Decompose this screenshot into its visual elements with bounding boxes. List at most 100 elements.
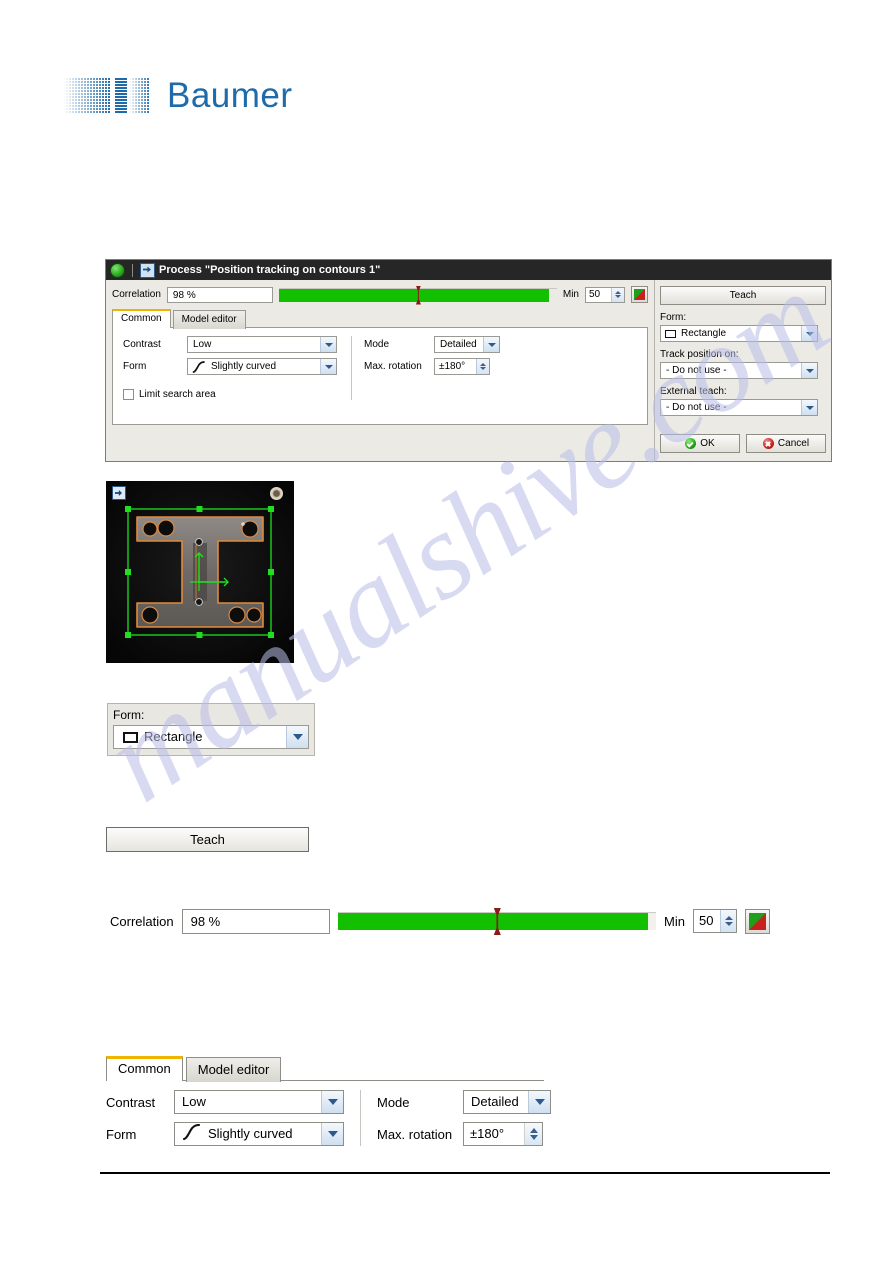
stepper-down-icon[interactable] [724, 922, 733, 926]
callout-mode-row: Mode Detailed [377, 1090, 551, 1114]
correlation-value-field[interactable]: 98 % [166, 286, 273, 303]
callout-fields-left: Contrast Low Form Slightly curved [106, 1090, 344, 1146]
correlation-min-stepper[interactable]: 50 [585, 286, 625, 303]
stepper-buttons[interactable] [476, 359, 489, 374]
chevron-down-icon[interactable] [321, 1091, 343, 1113]
limit-search-area-label: Limit search area [139, 389, 216, 400]
stepper-down-icon[interactable] [529, 1135, 538, 1140]
right-form-select[interactable]: Rectangle [660, 325, 818, 342]
dialog-left-pane: Correlation 98 % Min 50 Common Model edi… [106, 280, 654, 461]
contrast-value: Low [193, 339, 212, 350]
round-knob-icon [270, 487, 283, 500]
callout-form-value: Slightly curved [208, 1126, 293, 1141]
chevron-down-icon[interactable] [286, 726, 308, 748]
correlation-bar[interactable] [278, 285, 557, 305]
callout-contrast-label: Contrast [106, 1094, 156, 1110]
teach-button-callout[interactable]: Teach [106, 827, 309, 852]
dialog-right-pane: Teach Form: Rectangle Track position on:… [654, 280, 831, 461]
chevron-down-icon[interactable] [320, 359, 336, 374]
form-callout-value: Rectangle [144, 729, 203, 744]
chevron-down-icon[interactable] [801, 400, 817, 415]
chevron-down-icon[interactable] [801, 326, 817, 341]
common-fields-right: Mode Detailed Max. rotation ±180° [351, 336, 500, 400]
max-rotation-stepper[interactable]: ±180° [434, 358, 490, 375]
green-red-diagonal-flag-icon[interactable] [745, 908, 770, 934]
cancel-button[interactable]: Cancel [746, 434, 826, 453]
callout-contrast-select[interactable]: Low [174, 1090, 344, 1114]
footer-divider [100, 1172, 830, 1174]
form-callout-select[interactable]: Rectangle [113, 725, 309, 749]
baumer-logo: Baumer [63, 78, 293, 114]
callout-contrast-value: Low [182, 1094, 206, 1109]
form-select[interactable]: Slightly curved [187, 358, 337, 375]
tab-panel-common: Contrast Low Form Slightly curved Limit … [112, 327, 648, 425]
stepper-buttons[interactable] [720, 910, 736, 932]
stepper-up-icon[interactable] [480, 363, 486, 366]
callout-max-rotation-row: Max. rotation ±180° [377, 1122, 551, 1146]
form-value: Slightly curved [211, 361, 277, 372]
correlation-min-value[interactable]: 50 [586, 288, 611, 302]
ok-button[interactable]: OK [660, 434, 740, 453]
process-node-icon [112, 486, 126, 500]
check-circle-icon [685, 438, 697, 449]
mode-select[interactable]: Detailed [434, 336, 500, 353]
image-preview[interactable] [106, 481, 294, 663]
callout-tab-model-editor[interactable]: Model editor [185, 1057, 282, 1082]
preview-canvas [106, 481, 294, 663]
common-fields-left: Contrast Low Form Slightly curved Limit … [123, 336, 337, 400]
limit-search-area-row[interactable]: Limit search area [123, 389, 337, 400]
correlation-callout-min-value[interactable]: 50 [694, 910, 720, 932]
teach-button[interactable]: Teach [660, 286, 826, 305]
callout-tabstrip: Common Model editor [106, 1056, 544, 1082]
tab-model-editor[interactable]: Model editor [172, 310, 246, 329]
ok-button-label: OK [700, 438, 715, 449]
max-rotation-value: ±180° [439, 361, 466, 372]
callout-max-rotation-stepper[interactable]: ±180° [463, 1122, 543, 1146]
stepper-down-icon[interactable] [480, 367, 486, 370]
right-form-value: Rectangle [681, 328, 727, 339]
chevron-down-icon[interactable] [528, 1091, 550, 1113]
dialog-title: Process "Position tracking on contours 1… [159, 264, 381, 276]
callout-form-row: Form Slightly curved [106, 1122, 344, 1146]
correlation-callout-min-stepper[interactable]: 50 [693, 909, 737, 933]
form-label: Form [123, 361, 147, 372]
process-dialog: Process "Position tracking on contours 1… [105, 259, 832, 462]
chevron-down-icon[interactable] [320, 337, 336, 352]
cancel-button-label: Cancel [777, 438, 810, 449]
right-pane-spacer [660, 416, 826, 434]
external-teach-label: External teach: [660, 386, 727, 397]
stepper-up-icon[interactable] [724, 916, 733, 920]
stepper-up-icon[interactable] [529, 1128, 538, 1133]
limit-search-area-checkbox[interactable] [123, 389, 134, 400]
chevron-down-icon[interactable] [483, 337, 499, 352]
mode-row: Mode Detailed [364, 336, 500, 353]
correlation-callout-value-field[interactable]: 98 % [181, 908, 330, 934]
external-teach-select[interactable]: - Do not use - [660, 399, 818, 416]
stepper-buttons[interactable] [524, 1123, 542, 1145]
mode-value: Detailed [440, 339, 477, 350]
chevron-down-icon[interactable] [801, 363, 817, 378]
callout-tab-common[interactable]: Common [106, 1056, 183, 1081]
stepper-up-icon[interactable] [615, 291, 621, 294]
track-position-select[interactable]: - Do not use - [660, 362, 818, 379]
green-status-circle-icon [110, 262, 125, 278]
callout-mode-label: Mode [377, 1094, 410, 1110]
contrast-select[interactable]: Low [187, 336, 337, 353]
titlebar-separator [132, 263, 133, 277]
tab-common[interactable]: Common [112, 309, 171, 328]
tabstrip: Common Model editor [112, 309, 648, 329]
chevron-down-icon[interactable] [321, 1123, 343, 1145]
stepper-buttons[interactable] [611, 287, 624, 302]
baumer-logo-mark [63, 78, 151, 114]
process-node-icon [140, 262, 155, 278]
callout-mode-select[interactable]: Detailed [463, 1090, 551, 1114]
green-red-diagonal-flag-icon[interactable] [631, 286, 648, 303]
form-row: Form Slightly curved [123, 358, 337, 375]
track-position-value: - Do not use - [666, 365, 727, 376]
callout-form-select[interactable]: Slightly curved [174, 1122, 344, 1146]
callout-tab-body: Contrast Low Form Slightly curved Mode D… [106, 1080, 551, 1152]
stepper-down-icon[interactable] [615, 295, 621, 298]
correlation-callout-bar[interactable] [337, 908, 657, 935]
track-position-label: Track position on: [660, 349, 739, 360]
logo-dot-matrix-icon [63, 78, 151, 114]
